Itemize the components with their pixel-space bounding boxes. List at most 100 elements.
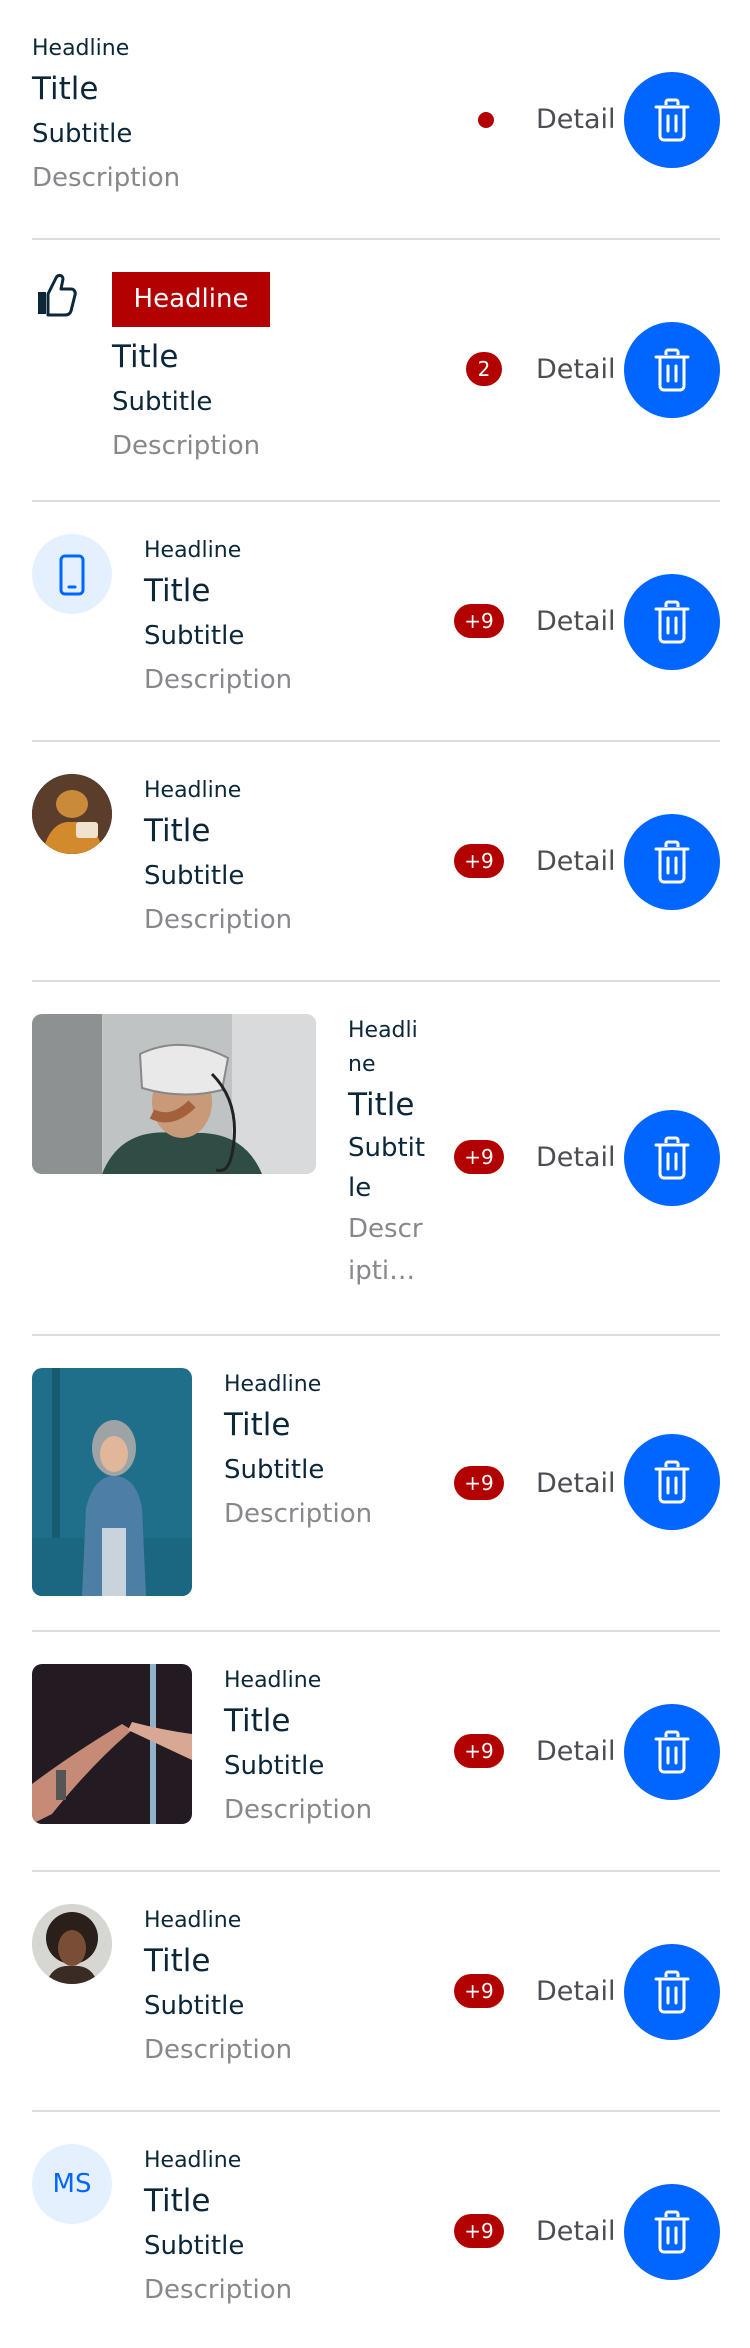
list-item-6-text[interactable]: Headline Title Subtitle Description [224, 1368, 372, 1536]
description: Description [144, 2035, 293, 2065]
subtitle: Subtitle [144, 861, 245, 891]
divider [32, 740, 720, 742]
description: Description [224, 1499, 373, 1529]
detail-link[interactable]: Detail [536, 1466, 616, 1502]
delete-button[interactable] [624, 1944, 720, 2040]
count-badge: +9 [454, 1466, 504, 1500]
trash-icon [654, 840, 690, 884]
list-item-2-text[interactable]: Title Subtitle Description [112, 334, 260, 468]
detail-link[interactable]: Detail [536, 844, 616, 880]
divider [32, 1334, 720, 1336]
headline: Headline [144, 778, 242, 803]
delete-button[interactable] [624, 322, 720, 418]
detail-link[interactable]: Detail [536, 1974, 616, 2010]
delete-button[interactable] [624, 814, 720, 910]
divider [32, 1870, 720, 1872]
detail-link[interactable]: Detail [536, 102, 616, 138]
headline: Headline [224, 1668, 322, 1693]
description: Description [224, 1795, 373, 1825]
avatar-initials-text: MS [52, 2169, 92, 2199]
description: Descripti… [348, 1214, 423, 1286]
trash-icon [654, 600, 690, 644]
avatar [32, 534, 112, 614]
headline: Headline [348, 1018, 418, 1077]
description: Description [144, 905, 293, 935]
trash-icon [654, 1970, 690, 2014]
circular-photo [32, 774, 112, 854]
title: Title [32, 71, 99, 107]
avatar-photo [32, 1904, 112, 1984]
title: Title [144, 1943, 211, 1979]
subtitle: Subtitle [112, 387, 213, 417]
count-badge: +9 [454, 1734, 504, 1768]
delete-button[interactable] [624, 1434, 720, 1530]
trash-icon [654, 2210, 690, 2254]
title: Title [144, 573, 211, 609]
avatar-initials: MS [32, 2144, 112, 2224]
list-item-4-text[interactable]: Headline Title Subtitle Description [144, 774, 292, 942]
divider [32, 1630, 720, 1632]
list-item-8-text[interactable]: Headline Title Subtitle Description [144, 1904, 292, 2072]
delete-button[interactable] [624, 1704, 720, 1800]
title: Title [348, 1087, 415, 1123]
list-item-5-text[interactable]: Headline Title Subtitle Descripti… [348, 1014, 426, 1292]
notification-dot [478, 112, 494, 128]
divider [32, 2110, 720, 2112]
delete-button[interactable] [624, 2184, 720, 2280]
headline-tag: Headline [112, 272, 270, 327]
list-item-3-text[interactable]: Headline Title Subtitle Description [144, 534, 292, 702]
trash-icon [654, 1730, 690, 1774]
title: Title [224, 1407, 291, 1443]
count-badge: +9 [454, 1974, 504, 2008]
divider [32, 500, 720, 502]
square-photo [32, 1664, 192, 1824]
title: Title [224, 1703, 291, 1739]
subtitle: Subtitle [224, 1455, 325, 1485]
count-badge: +9 [454, 844, 504, 878]
detail-link[interactable]: Detail [536, 352, 616, 388]
headline: Headline [144, 538, 242, 563]
title: Title [144, 2183, 211, 2219]
description: Description [32, 163, 181, 193]
delete-button[interactable] [624, 574, 720, 670]
headline: Headline [224, 1372, 322, 1397]
mobile-phone-icon [59, 554, 85, 596]
trash-icon [654, 1136, 690, 1180]
headline: Headline [144, 2148, 242, 2173]
list-item-1-text[interactable]: Headline Title Subtitle Description [32, 32, 180, 200]
detail-link[interactable]: Detail [536, 604, 616, 640]
portrait-photo [32, 1368, 192, 1596]
subtitle: Subtitle [144, 2231, 245, 2261]
divider [32, 980, 720, 982]
description: Description [144, 2275, 293, 2305]
detail-link[interactable]: Detail [536, 2214, 616, 2250]
description: Description [112, 431, 261, 461]
detail-link[interactable]: Detail [536, 1140, 616, 1176]
trash-icon [654, 1460, 690, 1504]
headline: Headline [144, 1908, 242, 1933]
subtitle: Subtitle [144, 621, 245, 651]
subtitle: Subtitle [144, 1991, 245, 2021]
delete-button[interactable] [624, 72, 720, 168]
subtitle: Subtitle [348, 1133, 426, 1203]
delete-button[interactable] [624, 1110, 720, 1206]
divider [32, 238, 720, 240]
list-item-7-text[interactable]: Headline Title Subtitle Description [224, 1664, 372, 1832]
title: Title [112, 339, 179, 375]
count-badge: +9 [454, 1140, 504, 1174]
title: Title [144, 813, 211, 849]
list-item-9-text[interactable]: Headline Title Subtitle Description [144, 2144, 292, 2312]
trash-icon [654, 98, 690, 142]
subtitle: Subtitle [224, 1751, 325, 1781]
count-badge: 2 [466, 352, 502, 386]
count-badge: +9 [454, 2214, 504, 2248]
subtitle: Subtitle [32, 119, 133, 149]
description: Description [144, 665, 293, 695]
detail-link[interactable]: Detail [536, 1734, 616, 1770]
trash-icon [654, 348, 690, 392]
count-badge: +9 [454, 604, 504, 638]
list: Headline Title Subtitle Description Deta… [0, 0, 750, 2348]
headline: Headline [32, 36, 130, 61]
thumbs-up-icon [38, 274, 77, 317]
wide-photo [32, 1014, 316, 1174]
